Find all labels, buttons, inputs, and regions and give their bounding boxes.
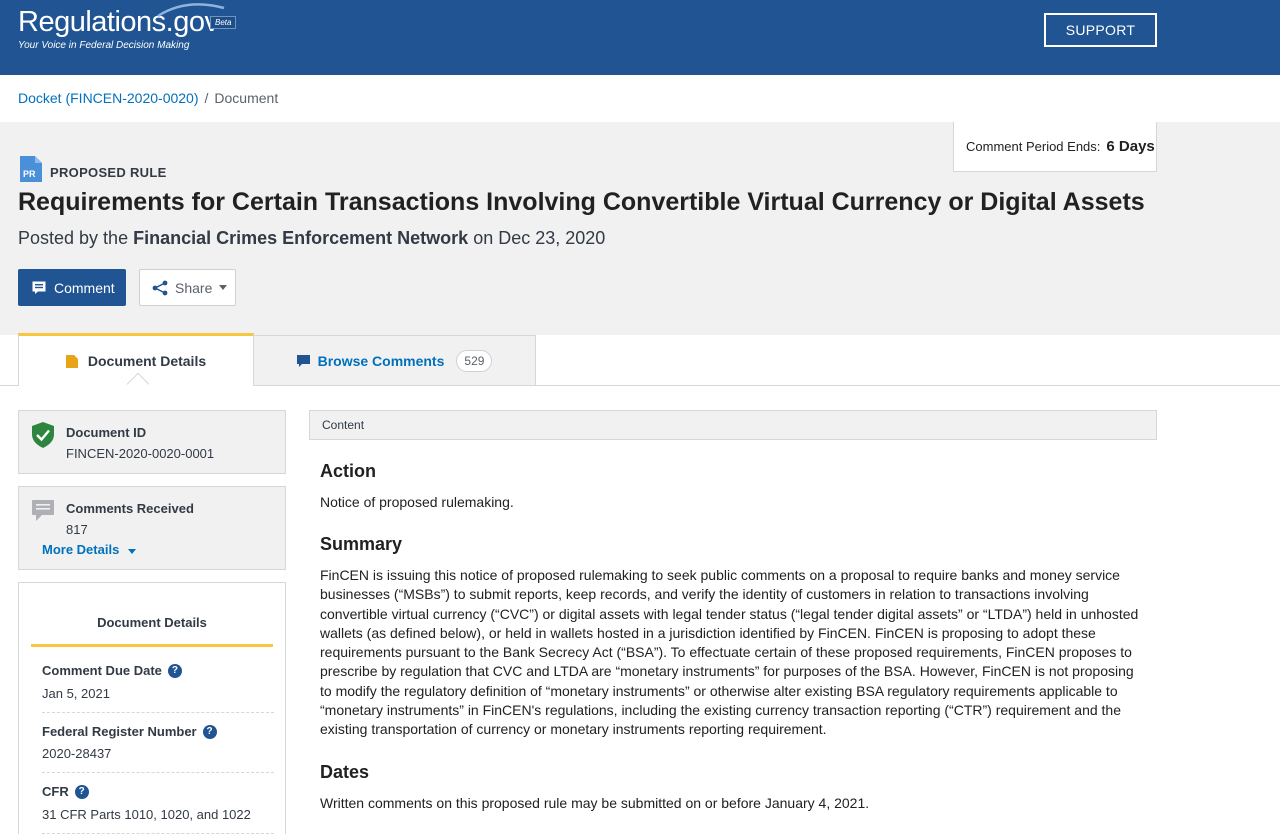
comment-icon (32, 281, 46, 294)
document-id-value: FINCEN-2020-0020-0001 (66, 446, 215, 461)
beta-badge: Beta (210, 16, 237, 29)
help-icon[interactable]: ? (74, 784, 89, 799)
meta-separator (42, 772, 274, 773)
breadcrumb-separator: / (204, 90, 209, 106)
support-button[interactable]: SUPPORT (1044, 13, 1157, 47)
tab-browse-comments-label: Browse Comments (317, 352, 445, 369)
share-button-label: Share (175, 279, 213, 296)
document-details-accent (31, 644, 273, 647)
breadcrumb: Docket (FINCEN-2020-0020) / Document (18, 90, 278, 106)
document-icon (65, 354, 78, 368)
federal-register-number-label: Federal Register Number ? (42, 724, 217, 739)
federal-register-number-value: 2020-28437 (42, 746, 112, 761)
comments-received-value: 817 (66, 522, 88, 537)
document-id-card: Document ID FINCEN-2020-0020-0001 (18, 410, 286, 474)
proposed-rule-icon: PR (20, 156, 42, 182)
cfr-label: CFR ? (42, 784, 89, 799)
document-id-label: Document ID (66, 425, 147, 440)
action-text: Notice of proposed rulemaking. (320, 494, 514, 510)
summary-heading: Summary (320, 534, 403, 554)
content-section-header: Content (309, 410, 1157, 440)
comments-received-icon (32, 500, 54, 521)
posted-prefix: Posted by the (18, 228, 129, 248)
dates-heading: Dates (320, 762, 370, 782)
site-logo[interactable]: Regulations.gov (18, 3, 225, 40)
more-details-toggle[interactable]: More Details (42, 542, 136, 557)
help-icon[interactable]: ? (167, 663, 182, 678)
comment-due-date-label: Comment Due Date ? (42, 663, 182, 678)
tab-document-details-label: Document Details (87, 353, 207, 369)
comments-tab-icon (296, 354, 310, 367)
proposed-rule-icon-text: PR (23, 169, 36, 179)
comment-button[interactable]: Comment (18, 269, 126, 306)
share-icon (152, 280, 168, 295)
action-heading: Action (320, 461, 376, 481)
help-icon[interactable]: ? (202, 724, 217, 739)
dates-text: Written comments on this proposed rule m… (320, 795, 870, 811)
comments-received-card: Comments Received 817 More Details (18, 486, 286, 570)
posted-date: on Dec 23, 2020 (473, 228, 606, 248)
comment-due-date-label-text: Comment Due Date (42, 663, 162, 678)
posted-by: Posted by the Financial Crimes Enforceme… (18, 228, 605, 249)
site-header: Regulations.gov Beta Your Voice in Feder… (0, 0, 1280, 75)
comment-button-label: Comment (54, 279, 115, 296)
share-button[interactable]: Share (139, 269, 236, 306)
more-details-label: More Details (42, 542, 120, 557)
comment-period-value: 6 Days (1106, 138, 1155, 155)
agency-name: Financial Crimes Enforcement Network (133, 228, 469, 248)
document-type: PROPOSED RULE (50, 165, 167, 180)
breadcrumb-docket-link[interactable]: Docket (FINCEN-2020-0020) (18, 90, 199, 106)
chevron-down-icon (219, 285, 228, 290)
comment-due-date-value: Jan 5, 2021 (42, 686, 110, 701)
comments-received-label: Comments Received (66, 501, 194, 516)
meta-separator (42, 712, 274, 713)
summary-text: FinCEN is issuing this notice of propose… (320, 567, 1139, 738)
federal-register-number-label-text: Federal Register Number (42, 724, 197, 739)
chevron-down-icon (127, 549, 136, 554)
comment-period-label: Comment Period Ends: (966, 139, 1101, 154)
cfr-label-text: CFR (42, 784, 69, 799)
tab-browse-comments[interactable]: Browse Comments 529 (253, 335, 536, 385)
page-title: Requirements for Certain Transactions In… (18, 188, 1145, 216)
document-details-card: Document Details Comment Due Date ? Jan … (18, 582, 286, 834)
comments-count-badge: 529 (456, 349, 493, 372)
breadcrumb-current: Document (214, 90, 279, 106)
comment-period-box: Comment Period Ends: 6 Days (953, 122, 1157, 172)
cfr-value: 31 CFR Parts 1010, 1020, and 1022 (42, 807, 251, 822)
verified-shield-icon (32, 422, 54, 448)
tagline: Your Voice in Federal Decision Making (18, 40, 190, 51)
document-details-title: Document Details (97, 615, 207, 630)
